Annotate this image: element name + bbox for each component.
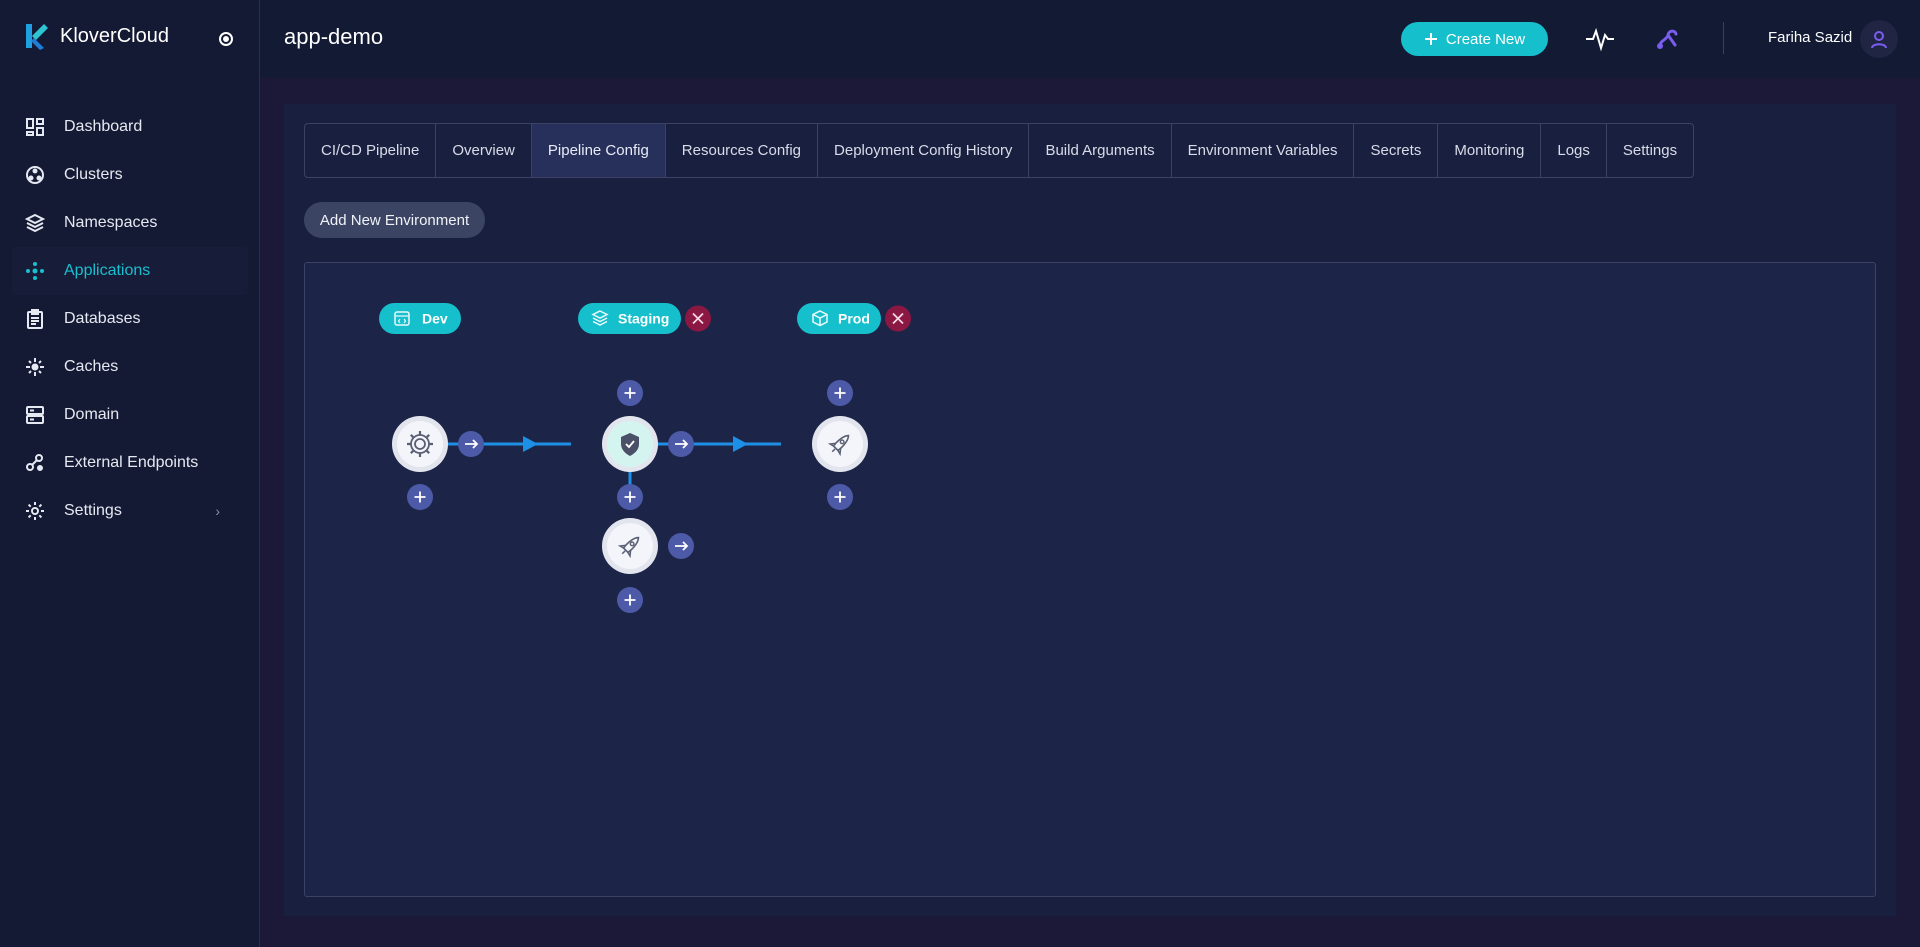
env-label-text: Staging bbox=[618, 311, 669, 327]
staging-deploy-next-button[interactable] bbox=[668, 533, 694, 559]
chevron-right-icon: › bbox=[215, 503, 220, 519]
sidebar-item-applications[interactable]: Applications bbox=[12, 247, 248, 295]
tab-deployment-config-history[interactable]: Deployment Config History bbox=[818, 124, 1030, 177]
sidebar: KloverCloud Dashboard Clusters Namespace… bbox=[0, 0, 260, 947]
staging-deploy-add-below-button[interactable] bbox=[617, 587, 643, 613]
sidebar-nav: Dashboard Clusters Namespaces Applicatio… bbox=[12, 103, 248, 535]
tab-build-arguments[interactable]: Build Arguments bbox=[1029, 124, 1172, 177]
remove-prod-button[interactable] bbox=[885, 305, 911, 332]
env-label-text: Prod bbox=[838, 311, 870, 327]
env-label-prod[interactable]: Prod bbox=[797, 303, 881, 334]
sidebar-item-external-endpoints[interactable]: External Endpoints bbox=[12, 439, 248, 487]
sidebar-item-namespaces[interactable]: Namespaces bbox=[12, 199, 248, 247]
tab-pipeline-config[interactable]: Pipeline Config bbox=[531, 124, 666, 177]
prod-add-below-button[interactable] bbox=[827, 484, 853, 510]
security-next-button[interactable] bbox=[668, 431, 694, 457]
dashboard-icon bbox=[24, 116, 46, 138]
sidebar-item-label: Applications bbox=[64, 262, 151, 279]
build-add-below-button[interactable] bbox=[407, 484, 433, 510]
build-step-node[interactable] bbox=[392, 416, 448, 472]
sidebar-item-databases[interactable]: Databases bbox=[12, 295, 248, 343]
applications-icon bbox=[24, 260, 46, 282]
tab-bar: CI/CD Pipeline Overview Pipeline Config … bbox=[304, 123, 1695, 178]
staging-deploy-step-node[interactable] bbox=[602, 518, 658, 574]
sidebar-item-label: Databases bbox=[64, 310, 141, 327]
security-step-node[interactable] bbox=[602, 416, 658, 472]
sidebar-item-label: Namespaces bbox=[64, 214, 158, 231]
gear-icon bbox=[24, 500, 46, 522]
top-bar: app-demo Create New Fariha Sazid bbox=[260, 0, 1920, 78]
create-new-button[interactable]: Create New bbox=[1401, 22, 1548, 56]
pipeline-graph: Dev Staging Prod bbox=[379, 303, 911, 613]
sidebar-item-clusters[interactable]: Clusters bbox=[12, 151, 248, 199]
brand[interactable]: KloverCloud bbox=[22, 22, 169, 50]
prod-deploy-step-node[interactable] bbox=[812, 416, 868, 472]
edge-arrow-head bbox=[523, 436, 538, 452]
brand-name: KloverCloud bbox=[60, 24, 169, 47]
page-title: app-demo bbox=[284, 24, 384, 49]
klovercloud-logo bbox=[26, 24, 48, 50]
env-label-text: Dev bbox=[422, 311, 448, 327]
plus-icon bbox=[1424, 33, 1437, 45]
layers-icon bbox=[24, 212, 46, 234]
tab-logs[interactable]: Logs bbox=[1541, 124, 1607, 177]
edge-arrow-head bbox=[733, 436, 748, 452]
remove-staging-button[interactable] bbox=[685, 305, 711, 332]
build-next-button[interactable] bbox=[458, 431, 484, 457]
tab-resources-config[interactable]: Resources Config bbox=[666, 124, 819, 177]
cache-icon bbox=[24, 356, 46, 378]
sidebar-item-label: External Endpoints bbox=[64, 454, 199, 471]
tab-monitoring[interactable]: Monitoring bbox=[1438, 124, 1542, 177]
create-new-label: Create New bbox=[1445, 30, 1526, 48]
sidebar-item-settings[interactable]: Settings › bbox=[12, 487, 248, 535]
env-label-dev[interactable]: Dev bbox=[379, 303, 461, 334]
webhook-icon[interactable] bbox=[1655, 26, 1681, 52]
sidebar-item-label: Dashboard bbox=[64, 118, 143, 135]
clusters-icon bbox=[24, 164, 46, 186]
sidebar-item-caches[interactable]: Caches bbox=[12, 343, 248, 391]
header-divider bbox=[1723, 22, 1724, 54]
env-label-staging[interactable]: Staging bbox=[578, 303, 681, 334]
server-icon bbox=[24, 404, 46, 426]
add-new-environment-button[interactable]: Add New Environment bbox=[304, 202, 485, 238]
pin-sidebar-toggle[interactable] bbox=[219, 32, 233, 46]
prod-add-above-button[interactable] bbox=[827, 380, 853, 406]
sidebar-item-label: Domain bbox=[64, 406, 120, 423]
pipeline-canvas: Dev Staging Prod bbox=[304, 262, 1876, 897]
staging-add-above-button[interactable] bbox=[617, 380, 643, 406]
sidebar-item-domain[interactable]: Domain bbox=[12, 391, 248, 439]
tab-secrets[interactable]: Secrets bbox=[1354, 124, 1439, 177]
clipboard-icon bbox=[24, 308, 46, 330]
user-name[interactable]: Fariha Sazid bbox=[1768, 29, 1852, 46]
main-content: CI/CD Pipeline Overview Pipeline Config … bbox=[284, 104, 1896, 916]
sidebar-item-label: Clusters bbox=[64, 166, 123, 183]
avatar[interactable] bbox=[1860, 20, 1898, 58]
tab-overview[interactable]: Overview bbox=[436, 124, 532, 177]
tab-environment-variables[interactable]: Environment Variables bbox=[1172, 124, 1355, 177]
sidebar-item-dashboard[interactable]: Dashboard bbox=[12, 103, 248, 151]
endpoints-icon bbox=[24, 452, 46, 474]
tab-cicd-pipeline[interactable]: CI/CD Pipeline bbox=[305, 124, 437, 177]
tab-settings[interactable]: Settings bbox=[1607, 124, 1693, 177]
activity-icon[interactable] bbox=[1585, 26, 1615, 52]
sidebar-item-label: Caches bbox=[64, 358, 119, 375]
sidebar-item-label: Settings bbox=[64, 502, 122, 519]
security-add-below-button[interactable] bbox=[617, 484, 643, 510]
user-icon bbox=[1871, 31, 1887, 49]
